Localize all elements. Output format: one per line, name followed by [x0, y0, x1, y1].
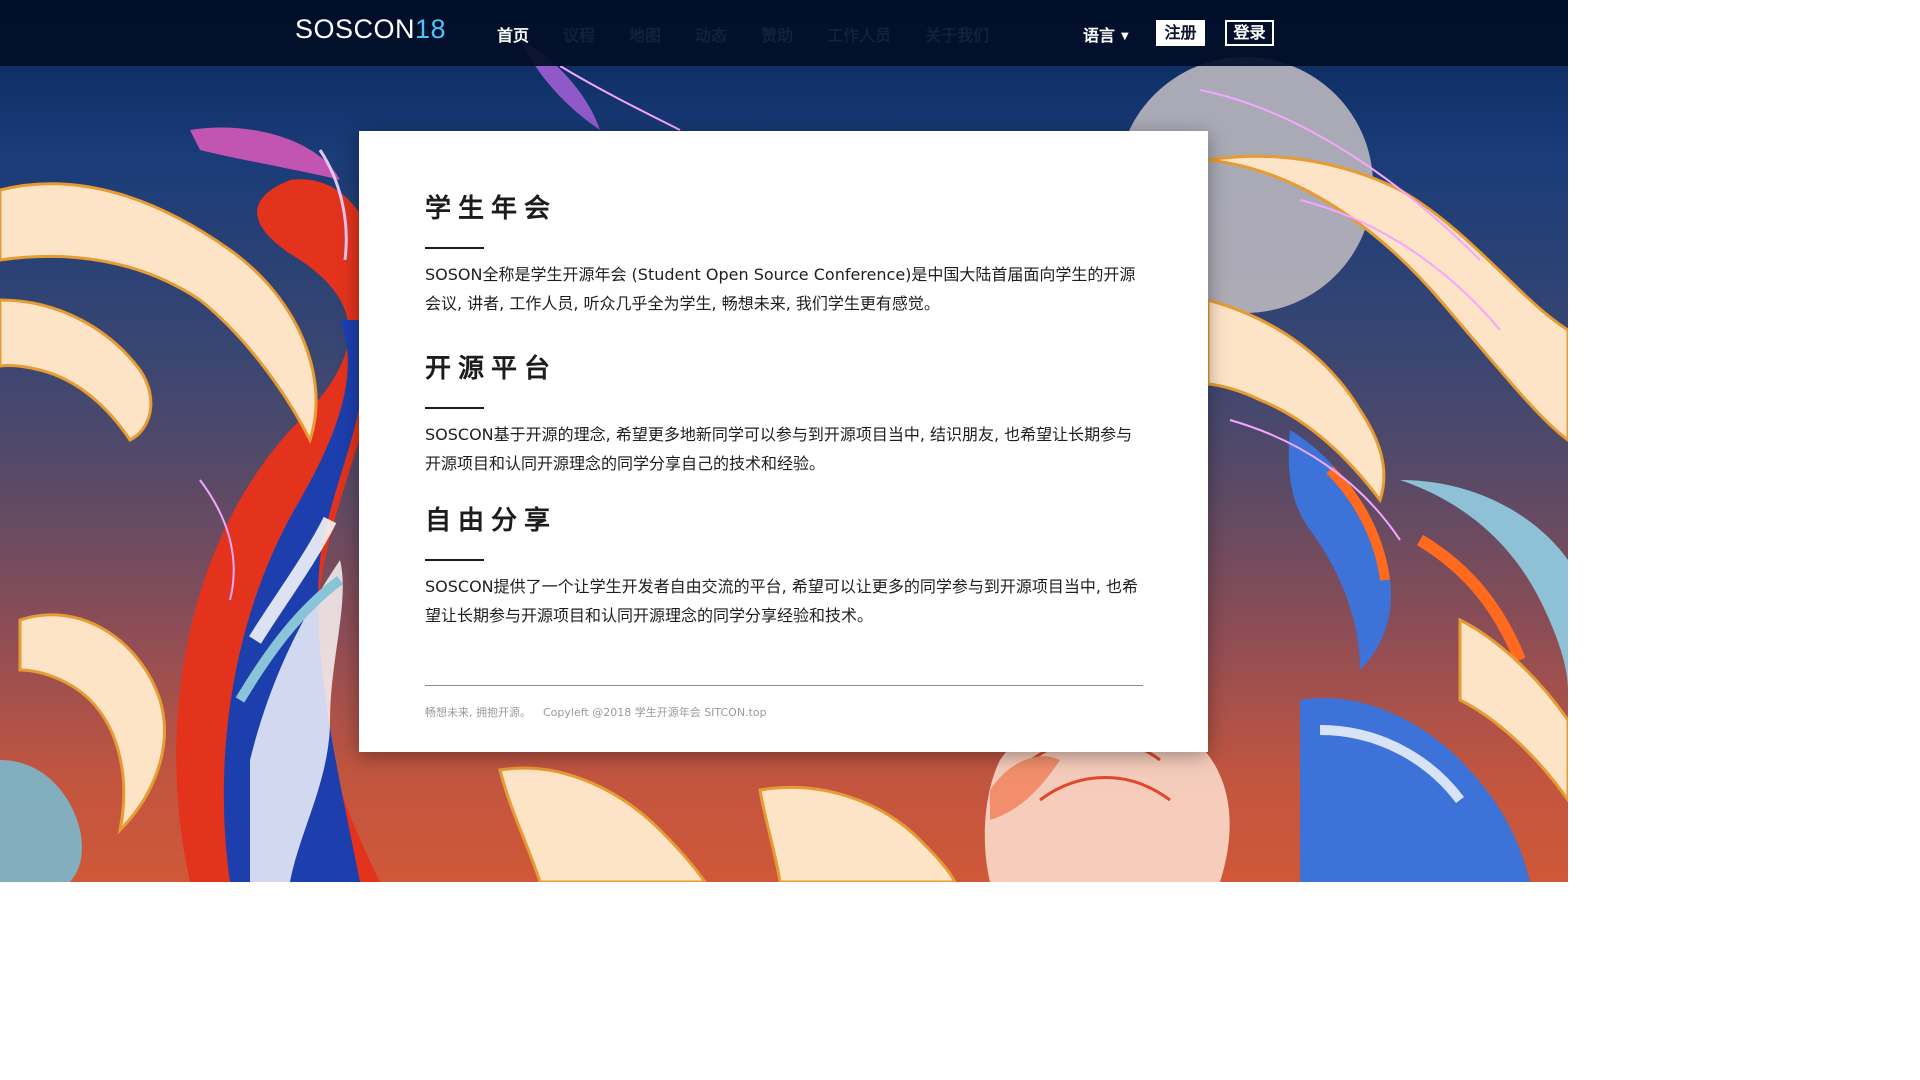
site-logo[interactable]: SOSCON18	[295, 14, 446, 45]
section-open-source-platform: 开源平台 SOSCON基于开源的理念, 希望更多地新同学可以参与到开源项目当中,…	[425, 352, 1145, 478]
section-free-sharing: 自由分享 SOSCON提供了一个让学生开发者自由交流的平台, 希望可以让更多的同…	[425, 504, 1145, 630]
heading-divider	[425, 407, 484, 409]
section-body: SOSCON提供了一个让学生开发者自由交流的平台, 希望可以让更多的同学参与到开…	[425, 577, 1138, 625]
nav-item-about[interactable]: 关于我们	[925, 22, 989, 46]
page: SOSCON18 首页 议程 地图 动态 赞助 工作人员 关于我们 语言 ▼ 注册…	[0, 0, 1568, 882]
language-label: 语言	[1083, 26, 1116, 45]
nav-item-map[interactable]: 地图	[629, 22, 661, 46]
heading-divider	[425, 247, 484, 249]
content-card: 学生年会 SOSON全称是学生开源年会 (Student Open Source…	[359, 131, 1208, 752]
logo-year: 18	[415, 14, 447, 44]
section-heading: 自由分享	[425, 506, 558, 536]
login-button[interactable]: 登录	[1225, 20, 1274, 46]
nav-item-staff[interactable]: 工作人员	[827, 22, 891, 46]
nav-item-sponsors[interactable]: 赞助	[761, 22, 793, 46]
language-dropdown[interactable]: 语言 ▼	[1083, 22, 1129, 46]
section-body: SOSCON基于开源的理念, 希望更多地新同学可以参与到开源项目当中, 结识朋友…	[425, 425, 1133, 473]
footer-copyright: Copyleft @2018 学生开源年会 SITCON.top	[543, 706, 767, 719]
heading-divider	[425, 559, 484, 561]
caret-down-icon: ▼	[1121, 31, 1129, 42]
section-heading: 开源平台	[425, 354, 558, 384]
footer-slogan: 畅想未来, 拥抱开源。	[425, 706, 531, 719]
section-student-conference: 学生年会 SOSON全称是学生开源年会 (Student Open Source…	[425, 192, 1145, 318]
register-button[interactable]: 注册	[1156, 20, 1205, 46]
main-nav: 首页 议程 地图 动态 赞助 工作人员 关于我们	[497, 22, 1023, 46]
section-heading: 学生年会	[425, 194, 558, 224]
nav-item-agenda[interactable]: 议程	[563, 22, 595, 46]
section-body: SOSON全称是学生开源年会 (Student Open Source Conf…	[425, 265, 1136, 313]
top-nav-bar: SOSCON18 首页 议程 地图 动态 赞助 工作人员 关于我们 语言 ▼ 注册…	[0, 0, 1568, 66]
nav-item-home[interactable]: 首页	[497, 22, 529, 46]
footer-divider	[425, 685, 1143, 686]
footer: 畅想未来, 拥抱开源。 Copyleft @2018 学生开源年会 SITCON.…	[425, 704, 767, 720]
logo-name: SOSCON	[295, 14, 416, 44]
nav-item-news[interactable]: 动态	[695, 22, 727, 46]
